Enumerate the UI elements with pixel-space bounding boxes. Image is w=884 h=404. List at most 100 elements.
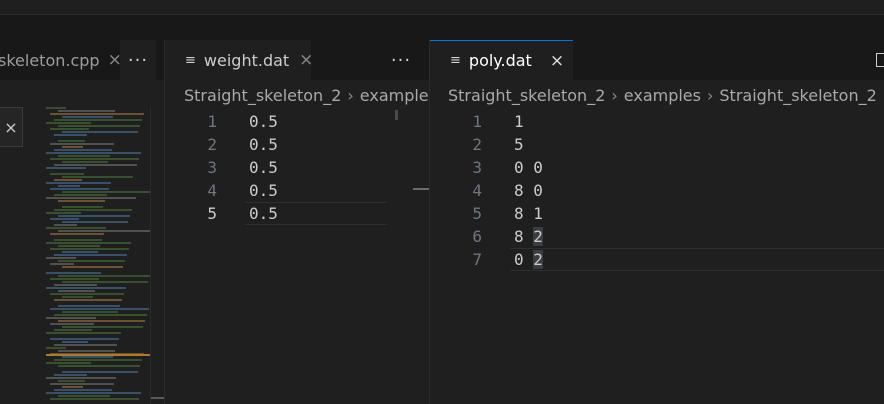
minimap[interactable] (46, 107, 150, 404)
minimap-line (58, 140, 85, 142)
middle-editor[interactable]: 12345 0.5 0.5 0.5 0.5 0.5 (165, 110, 429, 404)
minimap-line (58, 260, 125, 262)
code-line[interactable]: 0.5 (249, 156, 278, 179)
breadcrumb-item[interactable]: Straight_skeleton_2 (448, 86, 605, 105)
middle-editor-pane: ≡ weight.dat × ··· Straight_skeleton_2 ›… (165, 40, 429, 404)
scroll-thumb[interactable] (413, 188, 429, 190)
minimap-line (50, 248, 129, 250)
scroll-thumb[interactable] (151, 397, 165, 399)
minimap-line (62, 116, 113, 118)
close-widget-icon[interactable]: × (0, 107, 23, 147)
code-area[interactable]: 150 08 08 18 20 2 (514, 110, 543, 271)
minimap-line (46, 227, 106, 229)
selection-highlight: 2 (533, 227, 543, 246)
line-number: 1 (207, 112, 217, 131)
minimap-line (50, 128, 89, 130)
minimap-line (50, 113, 144, 115)
code-area[interactable]: 0.5 0.5 0.5 0.5 0.5 (249, 110, 278, 225)
breadcrumb-item[interactable]: examples (624, 86, 701, 105)
right-editor-pane: ≡ poly.dat × Straight_skeleton_2 › examp… (430, 40, 884, 404)
current-line-highlight (510, 248, 884, 271)
minimap-line (54, 149, 112, 151)
middle-scrollbar[interactable] (411, 110, 429, 404)
minimap-line (46, 167, 86, 169)
tab-poly-dat[interactable]: ≡ poly.dat × (430, 40, 573, 80)
minimap-line (62, 221, 128, 223)
line-number: 1 (472, 112, 482, 131)
minimap-line (50, 323, 94, 325)
minimap-line (58, 185, 80, 187)
split-editor-icon[interactable] (876, 53, 884, 67)
code-line[interactable]: 1 (514, 110, 543, 133)
minimap-line (54, 179, 82, 181)
chevron-right-icon: › (706, 85, 714, 105)
minimap-line (58, 290, 95, 292)
minimap-line (50, 263, 74, 265)
more-actions-button[interactable]: ··· (383, 40, 419, 80)
minimap-line (54, 194, 107, 196)
minimap-line (46, 362, 91, 364)
line-number-gutter: 1 2 3 4 5 6 7 (454, 110, 482, 271)
minimap-line (62, 161, 108, 163)
minimap-line (46, 317, 96, 319)
code-line[interactable]: 0.5 (249, 133, 278, 156)
right-tab-bar: ≡ poly.dat × (430, 40, 884, 80)
minimap-line (46, 212, 81, 214)
code-line[interactable]: 8 2 (514, 225, 543, 248)
minimap-line (46, 122, 91, 124)
line-number: 4 (207, 181, 217, 200)
minimap-line (46, 347, 66, 349)
code-line[interactable]: 0 0 (514, 156, 543, 179)
code-line[interactable]: 0 2 (514, 248, 543, 271)
code-line[interactable]: 0.5 (249, 179, 278, 202)
line-number: 5 (207, 204, 217, 223)
file-lines-icon: ≡ (450, 53, 461, 68)
minimap-line (54, 389, 112, 391)
tab-label: poly.dat (468, 51, 532, 70)
line-number: 5 (472, 204, 482, 223)
more-actions-button[interactable]: ··· (120, 40, 156, 80)
breadcrumb-item[interactable]: examples (360, 86, 429, 105)
code-line[interactable]: 0.5 (249, 202, 278, 225)
right-editor[interactable]: 1234567 150 08 08 18 20 2 (430, 110, 884, 404)
code-line[interactable]: 8 1 (514, 202, 543, 225)
close-icon[interactable]: × (299, 50, 313, 70)
minimap-line (46, 392, 141, 394)
minimap-line (58, 350, 115, 352)
minimap-line (54, 164, 137, 166)
minimap-line (46, 332, 121, 334)
minimap-line (58, 305, 120, 307)
minimap-line (54, 224, 77, 226)
scroll-indicator (395, 110, 398, 120)
close-icon[interactable]: × (550, 51, 564, 71)
tab-label: skeleton.cpp (0, 50, 100, 70)
breadcrumb: Straight_skeleton_2 › examples › (165, 80, 429, 110)
minimap-line (58, 365, 140, 367)
tab-skeleton-cpp[interactable]: skeleton.cpp × (0, 40, 122, 80)
line-number: 3 (472, 158, 482, 177)
minimap-line (62, 251, 98, 253)
minimap-line (62, 146, 83, 148)
minimap-line (58, 230, 150, 232)
highlight-mark (46, 354, 150, 356)
minimap-line (46, 197, 136, 199)
line-number: 3 (207, 158, 217, 177)
minimap-line (54, 284, 97, 286)
breadcrumb-item[interactable]: Straight_skeleton_2 (719, 86, 876, 105)
code-line[interactable]: 8 0 (514, 179, 543, 202)
minimap-line (62, 356, 113, 358)
left-tab-bar: skeleton.cpp × ··· (0, 40, 164, 80)
line-number: 7 (472, 250, 482, 269)
tab-weight-dat[interactable]: ≡ weight.dat × (165, 40, 313, 80)
code-line[interactable]: 5 (514, 133, 543, 156)
code-line[interactable]: 0.5 (249, 110, 278, 133)
minimap-line (58, 395, 110, 397)
minimap-line (58, 245, 100, 247)
minimap-line (58, 320, 145, 322)
left-scrollbar[interactable] (150, 107, 165, 404)
minimap-line (46, 272, 101, 274)
breadcrumb-item[interactable]: Straight_skeleton_2 (184, 86, 341, 105)
minimap-line (50, 233, 104, 235)
minimap-line (50, 188, 109, 190)
selection-highlight: 2 (533, 250, 543, 269)
